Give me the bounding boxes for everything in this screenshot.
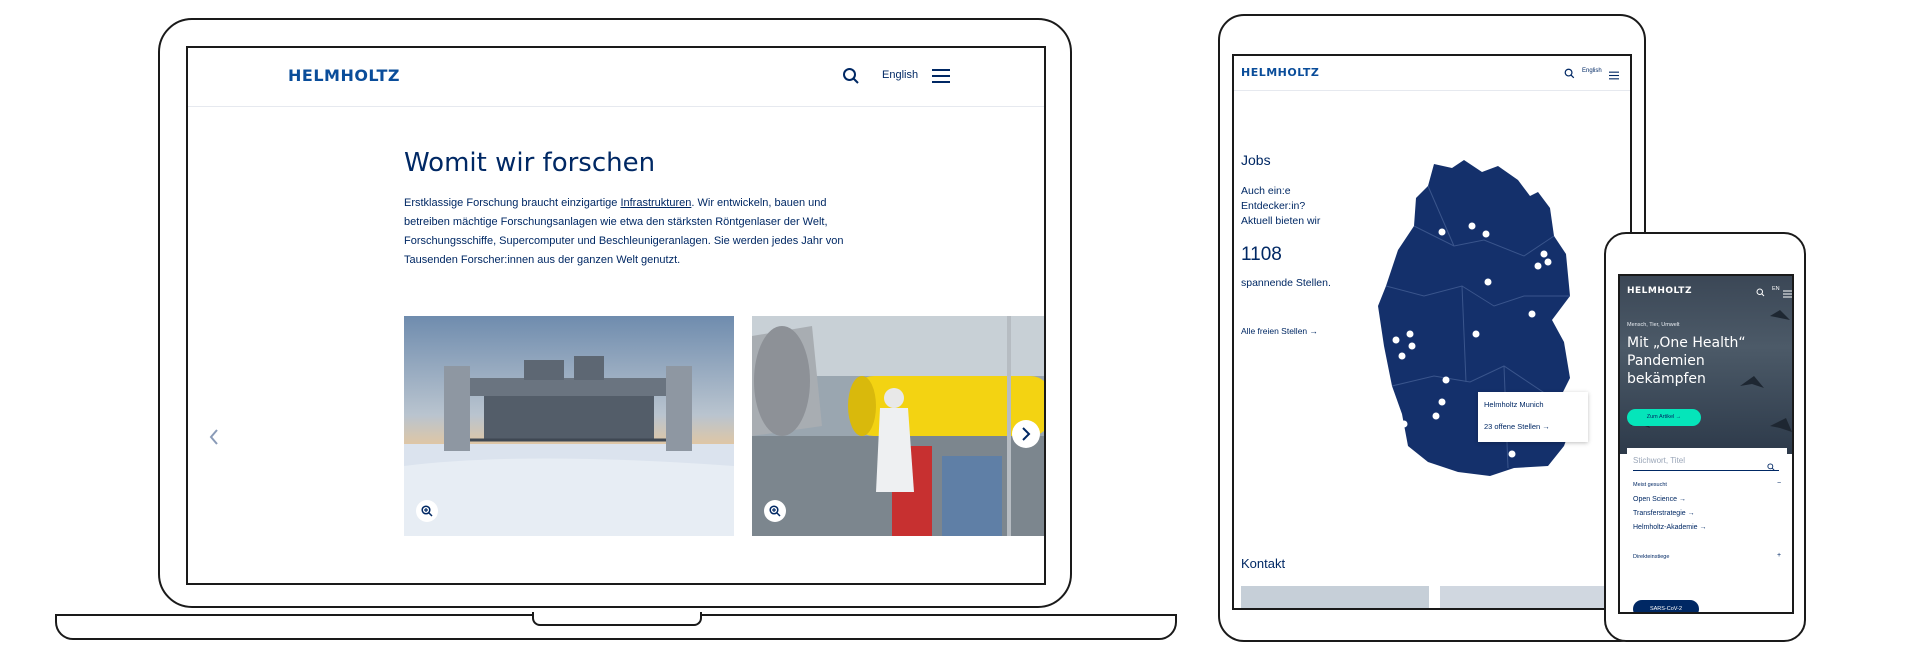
- language-switch[interactable]: English: [882, 69, 918, 81]
- jobs-line-4: spannende Stellen.: [1241, 277, 1331, 289]
- quick-link-label: Open Science: [1633, 496, 1677, 503]
- jobs-line-2: Entdecker:in?: [1241, 200, 1306, 212]
- arrow-right-icon: →: [1309, 326, 1319, 336]
- intro-text: Erstklassige Forschung braucht einzigart…: [404, 194, 854, 270]
- germany-map[interactable]: [1374, 146, 1604, 551]
- popup-center-name: Helmholtz Munich: [1484, 400, 1544, 409]
- contact-photo: [1440, 586, 1630, 608]
- gallery-image-accelerator[interactable]: [752, 316, 1044, 536]
- expand-icon[interactable]: +: [1777, 552, 1781, 559]
- search-panel: Stichwort, Titel Meist gesucht − Open Sc…: [1627, 448, 1787, 612]
- jobs-line-1: Auch ein:e: [1241, 185, 1291, 197]
- arrow-right-icon: →: [1687, 510, 1695, 517]
- popup-jobs-link[interactable]: 23 offene Stellen →: [1484, 422, 1550, 431]
- jobs-line-3: Aktuell bieten wir: [1241, 215, 1321, 227]
- page-title: Womit wir forschen: [404, 148, 656, 178]
- contact-title: Kontakt: [1241, 556, 1286, 571]
- chevron-left-icon[interactable]: [208, 428, 220, 452]
- map-popup[interactable]: Helmholtz Munich 23 offene Stellen →: [1478, 392, 1588, 442]
- hamburger-menu-icon[interactable]: [1783, 285, 1792, 303]
- quick-link-open-science[interactable]: Open Science →: [1633, 496, 1686, 503]
- helmholtz-logo[interactable]: HELMHOLTZ: [1627, 286, 1692, 296]
- collapse-icon[interactable]: −: [1777, 480, 1781, 487]
- jobs-count: 1108: [1241, 244, 1282, 265]
- tablet-screen: HELMHOLTZ English Jobs Auch ein:e Entdec…: [1232, 54, 1632, 610]
- helmholtz-logo[interactable]: HELMHOLTZ: [288, 66, 400, 85]
- language-switch[interactable]: EN: [1772, 286, 1780, 292]
- helmholtz-logo[interactable]: HELMHOLTZ: [1241, 66, 1319, 79]
- most-searched-label: Meist gesucht: [1633, 482, 1667, 488]
- hamburger-menu-icon[interactable]: [932, 68, 950, 89]
- site-header: HELMHOLTZ English: [1234, 56, 1630, 91]
- sars-cov-2-badge[interactable]: SARS-CoV-2: [1633, 600, 1699, 612]
- popup-jobs-label: 23 offene Stellen: [1484, 422, 1541, 431]
- jobs-title: Jobs: [1241, 152, 1271, 168]
- intro-text-start: Erstklassige Forschung braucht einzigart…: [404, 197, 621, 209]
- arrow-right-icon: →: [1675, 414, 1682, 420]
- direct-entries-label: Direkteinstiege: [1633, 554, 1670, 560]
- hero-eyebrow: Mensch, Tier, Umwelt: [1627, 322, 1680, 328]
- site-header: HELMHOLTZ English: [188, 48, 1044, 107]
- arrow-right-icon: →: [1678, 496, 1686, 503]
- quick-link-label: Helmholtz-Akademie: [1633, 524, 1698, 531]
- quick-link-akademie[interactable]: Helmholtz-Akademie →: [1633, 524, 1707, 531]
- arrow-right-icon: →: [1699, 524, 1707, 531]
- phone-screen: HELMHOLTZ EN Mensch, Tier, Umwelt Mit „O…: [1618, 274, 1794, 614]
- laptop-notch: [532, 612, 702, 626]
- hamburger-menu-icon[interactable]: [1609, 67, 1619, 85]
- article-button-label: Zum Artikel: [1646, 414, 1675, 420]
- contact-photo: [1241, 586, 1429, 608]
- hero-title: Mit „One Health“ Pandemien bekämpfen: [1627, 335, 1746, 387]
- arrow-right-icon: →: [1542, 422, 1550, 431]
- hero-image: HELMHOLTZ EN Mensch, Tier, Umwelt Mit „O…: [1620, 276, 1792, 454]
- zoom-in-icon[interactable]: [764, 500, 786, 522]
- all-jobs-label: Alle freien Stellen: [1241, 326, 1308, 336]
- search-input[interactable]: Stichwort, Titel: [1633, 456, 1779, 471]
- chevron-right-icon[interactable]: [1012, 420, 1040, 448]
- quick-link-transferstrategie[interactable]: Transferstrategie →: [1633, 510, 1695, 517]
- all-jobs-link[interactable]: Alle freien Stellen →: [1241, 326, 1318, 336]
- laptop-screen: HELMHOLTZ English Womit wir forschen Ers…: [186, 46, 1046, 585]
- infrastructure-link[interactable]: Infrastrukturen: [620, 197, 691, 209]
- search-icon[interactable]: [842, 67, 860, 90]
- search-icon[interactable]: [1564, 66, 1575, 84]
- search-icon[interactable]: [1767, 458, 1775, 476]
- search-icon[interactable]: [1756, 284, 1765, 302]
- zoom-in-icon[interactable]: [416, 500, 438, 522]
- article-button[interactable]: Zum Artikel →: [1627, 409, 1701, 426]
- language-switch[interactable]: English: [1582, 68, 1602, 74]
- gallery-image-observatory[interactable]: [404, 316, 734, 536]
- quick-link-label: Transferstrategie: [1633, 510, 1686, 517]
